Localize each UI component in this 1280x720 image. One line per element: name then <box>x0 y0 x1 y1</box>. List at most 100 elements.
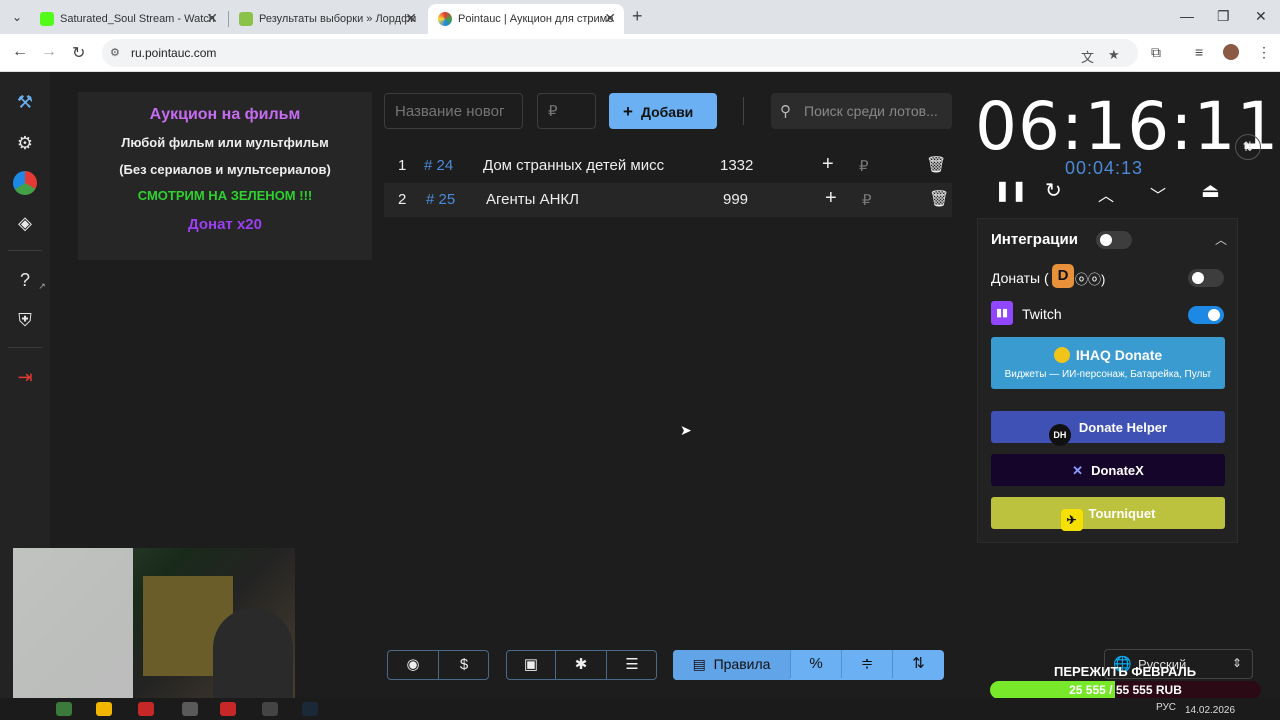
chevron-up-icon[interactable]: ︿ <box>1215 231 1227 248</box>
logout-icon[interactable]: ⇥ <box>13 365 37 389</box>
delete-trash-icon[interactable]: 🗑 <box>929 189 949 209</box>
ihaq-logo-icon <box>1053 347 1070 363</box>
shield-check-icon[interactable]: ⛨ <box>13 308 37 332</box>
webcam-shelf <box>13 548 133 708</box>
goal-title: ПЕРЕЖИТЬ ФЕВРАЛЬ <box>1054 664 1197 679</box>
swap-vertical-icon[interactable]: ⇅ <box>1235 134 1261 160</box>
search-icon: ⚲ <box>780 103 791 120</box>
eject-icon[interactable]: ⏏ <box>1201 178 1220 203</box>
add-lot-button[interactable]: + Добави <box>609 93 717 129</box>
taskbar-app-icon[interactable] <box>138 702 154 716</box>
browser-tab-1[interactable]: Saturated_Soul Stream - Watch ✕ <box>30 4 226 34</box>
extensions-icon[interactable]: ⧉ <box>1151 44 1161 61</box>
wheel-icon[interactable] <box>13 171 37 195</box>
add-amount-icon[interactable]: + <box>825 187 837 210</box>
layers-icon[interactable]: ◈ <box>13 211 37 235</box>
taskbar-chrome-icon[interactable] <box>96 702 112 716</box>
integrations-title: Интеграции <box>991 231 1078 248</box>
taskbar-steam-icon[interactable] <box>302 702 318 716</box>
bookmark-star-icon[interactable]: ★ <box>1108 47 1120 63</box>
maximize-icon[interactable]: ❐ <box>1217 8 1230 25</box>
lot-currency: ₽ <box>859 158 869 175</box>
search-input[interactable] <box>804 101 944 121</box>
donate-helper-button[interactable]: DH Donate Helper <box>991 411 1225 446</box>
browser-tab-3-active[interactable]: Pointauc | Аукцион для стриме ✕ <box>428 4 624 34</box>
twitch-toggle[interactable] <box>1188 306 1224 324</box>
reload-icon[interactable]: ↻ <box>72 43 85 63</box>
percent-button[interactable]: % <box>791 650 841 678</box>
site-info-icon[interactable]: ⚙ <box>110 46 120 59</box>
lot-search[interactable]: ⚲ <box>771 93 952 129</box>
sidebar-divider <box>8 250 42 251</box>
description-line-3: (Без сериалов и мультсериалов) <box>119 162 331 177</box>
save-icon[interactable]: ▣ <box>507 651 555 679</box>
close-tab-icon[interactable]: ✕ <box>206 10 218 27</box>
profile-avatar[interactable] <box>1223 44 1239 60</box>
taskbar-app-icon[interactable] <box>56 702 72 716</box>
integrations-toggle[interactable] <box>1096 231 1132 249</box>
donations-toggle[interactable] <box>1188 269 1224 287</box>
taskbar-app-icon[interactable] <box>182 702 198 716</box>
tab-search-icon[interactable]: ⌄ <box>8 8 26 26</box>
sidebar-divider <box>8 347 42 348</box>
lot-name[interactable]: Дом странных детей мисс <box>483 157 664 174</box>
delete-trash-icon[interactable]: 🗑 <box>926 155 946 175</box>
close-tab-icon[interactable]: ✕ <box>405 10 417 27</box>
keyboard-language[interactable]: РУС <box>1156 702 1176 713</box>
pause-icon[interactable]: ❚❚ <box>994 178 1028 203</box>
add-lot-label: Добави <box>640 104 694 120</box>
integrations-panel: Интеграции ︿ Донаты ( D ⓞⓞ) ▮▮ Twitch IH… <box>977 218 1238 543</box>
clear-list-icon[interactable]: ☰ <box>607 651 657 679</box>
close-window-icon[interactable]: ✕ <box>1255 8 1267 25</box>
lot-id[interactable]: # 25 <box>426 191 455 208</box>
more-menu-icon[interactable]: ⋮ <box>1257 44 1271 61</box>
toggle-knob <box>1208 309 1220 321</box>
auction-hammer-icon[interactable]: ⚒ <box>13 90 37 114</box>
ihaq-title: IHAQ Donate <box>1075 347 1163 363</box>
help-icon[interactable]: ? <box>13 268 37 292</box>
lot-index: 1 <box>398 157 407 174</box>
lot-row: 2 # 25 Агенты АНКЛ 999 + ₽ 🗑 <box>384 183 952 217</box>
minimize-icon[interactable]: — <box>1180 8 1194 24</box>
back-arrow-icon[interactable]: ← <box>12 43 28 61</box>
close-tab-icon[interactable]: ✕ <box>604 10 616 27</box>
donate-dollar-icon[interactable]: $ <box>439 651 489 679</box>
lot-index: 2 <box>398 191 407 208</box>
reading-list-icon[interactable]: ≡ <box>1195 44 1203 60</box>
plus-icon: + <box>623 102 633 121</box>
twitch-icon: ▮▮ <box>991 301 1013 325</box>
sort-icon[interactable]: ⇅ <box>893 650 944 678</box>
browser-tab-2[interactable]: Результаты выборки » Лордфи ✕ <box>229 4 425 34</box>
new-tab-icon[interactable]: + <box>632 6 643 27</box>
chevron-up-icon[interactable]: ︿ <box>1098 182 1114 206</box>
donatex-button[interactable]: ✕ DonateX <box>991 454 1225 486</box>
tourniquet-button[interactable]: ✈ Tourniquet <box>991 497 1225 531</box>
donations-label-suffix: ⓞⓞ) <box>1075 272 1106 287</box>
twitch-label: Twitch <box>1022 306 1062 322</box>
mouse-cursor-icon: ➤ <box>680 422 692 438</box>
bug-report-icon[interactable]: ✱ <box>556 651 606 679</box>
tab-title: Pointauc | Аукцион для стриме <box>458 13 614 25</box>
github-icon[interactable]: ◉ <box>388 651 438 679</box>
lot-id[interactable]: # 24 <box>424 157 453 174</box>
add-amount-icon[interactable]: + <box>822 153 834 176</box>
reset-icon[interactable]: ↻ <box>1045 178 1062 203</box>
ihaq-donate-button[interactable]: IHAQ Donate Виджеты — ИИ-персонаж, Батар… <box>991 337 1225 389</box>
lot-name-input[interactable] <box>384 93 523 129</box>
taskbar-obs-icon[interactable] <box>262 702 278 716</box>
toggle-knob <box>1192 272 1204 284</box>
translate-icon[interactable]: 文 <box>1081 47 1094 66</box>
lot-name[interactable]: Агенты АНКЛ <box>486 191 579 208</box>
rules-button[interactable]: ▤ Правила <box>673 650 790 678</box>
forward-arrow-icon[interactable]: → <box>41 43 57 61</box>
chevron-down-icon[interactable]: ﹀ <box>1150 182 1166 206</box>
url-omnibox[interactable]: ⚙ ru.pointauc.com 文 ★ <box>102 39 1138 67</box>
taskbar-app-icon[interactable] <box>220 702 236 716</box>
lot-amount-input[interactable] <box>537 93 596 129</box>
description-line-2: Любой фильм или мультфильм <box>121 135 329 150</box>
settings-gear-icon[interactable]: ⚙ <box>13 131 37 155</box>
taskbar-date[interactable]: 14.02.2026 <box>1185 705 1235 716</box>
description-line-4: СМОТРИМ НА ЗЕЛЕНОМ !!! <box>137 188 313 203</box>
compress-vertical-icon[interactable]: ≑ <box>842 650 892 678</box>
donationalerts-logo: D <box>1052 264 1074 288</box>
